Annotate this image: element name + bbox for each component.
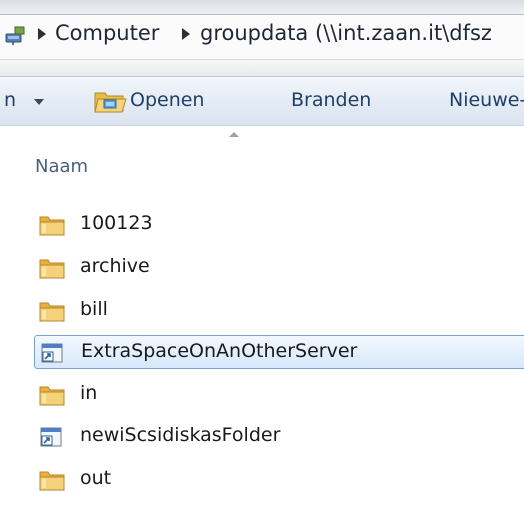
folder-icon (39, 216, 65, 236)
list-item-label: in (80, 382, 98, 404)
list-item-label: bill (80, 298, 108, 320)
shortcut-icon (41, 343, 63, 363)
list-item-label: 100123 (80, 212, 153, 234)
list-item[interactable]: out (34, 463, 524, 497)
breadcrumb-separator-icon[interactable] (38, 28, 46, 40)
folder-icon (39, 471, 65, 491)
list-item-label: out (80, 467, 112, 489)
list-item[interactable]: bill (34, 294, 524, 328)
list-item-label: newiScsidiskasFolder (80, 424, 281, 446)
open-folder-icon (94, 92, 127, 113)
list-item[interactable]: archive (34, 251, 524, 285)
list-item-selected[interactable]: ExtraSpaceOnAnOtherServer (34, 335, 524, 369)
address-bar[interactable]: Computer groupdata (\\int.zaan.it\dfsz (0, 0, 524, 77)
folder-icon (39, 386, 65, 406)
organize-button[interactable]: n (4, 89, 16, 111)
list-item-label: ExtraSpaceOnAnOtherServer (81, 340, 358, 362)
organize-dropdown-icon[interactable] (34, 99, 44, 105)
folder-icon (39, 259, 65, 279)
command-bar: n Openen Branden Nieuwe- (0, 77, 524, 126)
new-folder-button[interactable]: Nieuwe- (449, 89, 524, 111)
breadcrumb-computer[interactable]: Computer (55, 21, 159, 45)
breadcrumb-groupdata[interactable]: groupdata (\\int.zaan.it\dfsz (200, 21, 492, 45)
breadcrumb-separator-icon[interactable] (182, 28, 190, 40)
shortcut-icon (40, 427, 62, 447)
network-drive-icon (5, 26, 25, 45)
explorer-window: Computer groupdata (\\int.zaan.it\dfsz n… (0, 0, 524, 525)
list-item[interactable]: 100123 (34, 208, 524, 242)
folder-icon (39, 302, 65, 322)
column-header-name[interactable]: Naam (35, 156, 88, 177)
list-item[interactable]: in (34, 378, 524, 412)
list-item-label: archive (80, 255, 150, 277)
file-list: Naam 100123 archive bill ExtraSpaceOnAnO… (0, 126, 524, 525)
list-item[interactable]: newiScsidiskasFolder (34, 420, 524, 454)
sort-indicator-icon (229, 132, 239, 137)
burn-button[interactable]: Branden (291, 89, 371, 111)
open-button[interactable]: Openen (130, 89, 204, 111)
